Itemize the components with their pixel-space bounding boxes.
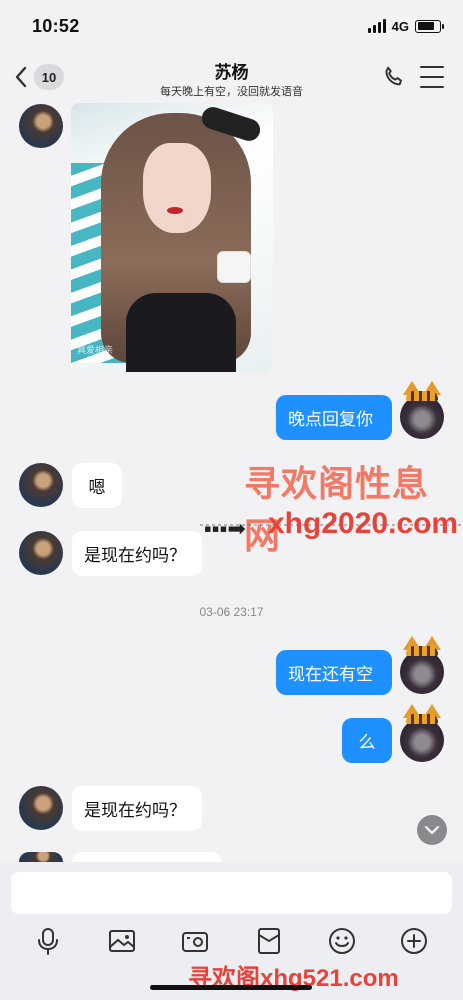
cat-ears-decoration: [400, 636, 444, 658]
network-type: 4G: [391, 18, 409, 34]
cat-ears-decoration: [400, 704, 444, 726]
emoji-icon[interactable]: [327, 926, 357, 956]
menu-icon[interactable]: [420, 66, 444, 88]
mic-icon[interactable]: [33, 926, 63, 956]
camera-icon[interactable]: [180, 926, 210, 956]
message-bubble-partial[interactable]: [72, 852, 222, 862]
cat-ears-decoration: [400, 381, 444, 403]
battery-icon: [415, 19, 444, 33]
status-icons: 4G: [367, 18, 444, 34]
message-input[interactable]: [11, 872, 452, 914]
phone-icon[interactable]: [381, 64, 407, 90]
message-bubble[interactable]: 是现在约吗？: [72, 786, 202, 831]
home-indicator[interactable]: [150, 985, 312, 990]
message-bubble[interactable]: 现在还有空: [276, 650, 392, 695]
sticker-image: [217, 251, 251, 283]
message-bubble[interactable]: 嗯: [72, 463, 122, 508]
scroll-down-button[interactable]: [417, 815, 447, 845]
chevron-down-icon: [424, 825, 440, 835]
status-time: 10:52: [32, 15, 80, 36]
message-bubble[interactable]: 么: [342, 718, 392, 763]
contact-avatar[interactable]: [19, 786, 63, 830]
arrow-right-icon: ▪▪▪➡: [204, 516, 246, 541]
image-message[interactable]: 真爱相亲: [71, 103, 273, 372]
message-timestamp: 03-06 23:17: [199, 605, 264, 619]
contact-avatar[interactable]: [19, 463, 63, 507]
status-bar: 10:52 4G: [0, 0, 463, 52]
contact-avatar[interactable]: [19, 852, 63, 862]
signal-icon: [367, 19, 386, 33]
message-bubble[interactable]: 是现在约吗？: [72, 531, 202, 576]
contact-avatar[interactable]: [19, 531, 63, 575]
photo-watermark: 真爱相亲: [77, 345, 114, 355]
image-icon[interactable]: [107, 926, 137, 956]
plus-icon[interactable]: [399, 926, 429, 956]
message-bubble[interactable]: 晚点回复你: [276, 395, 392, 440]
contact-avatar[interactable]: [19, 104, 63, 148]
watermark-url: xhg2020.com: [268, 507, 459, 540]
chat-header: 10 苏杨 每天晚上有空，没回就发语音: [0, 52, 463, 102]
red-packet-icon[interactable]: [254, 926, 284, 956]
